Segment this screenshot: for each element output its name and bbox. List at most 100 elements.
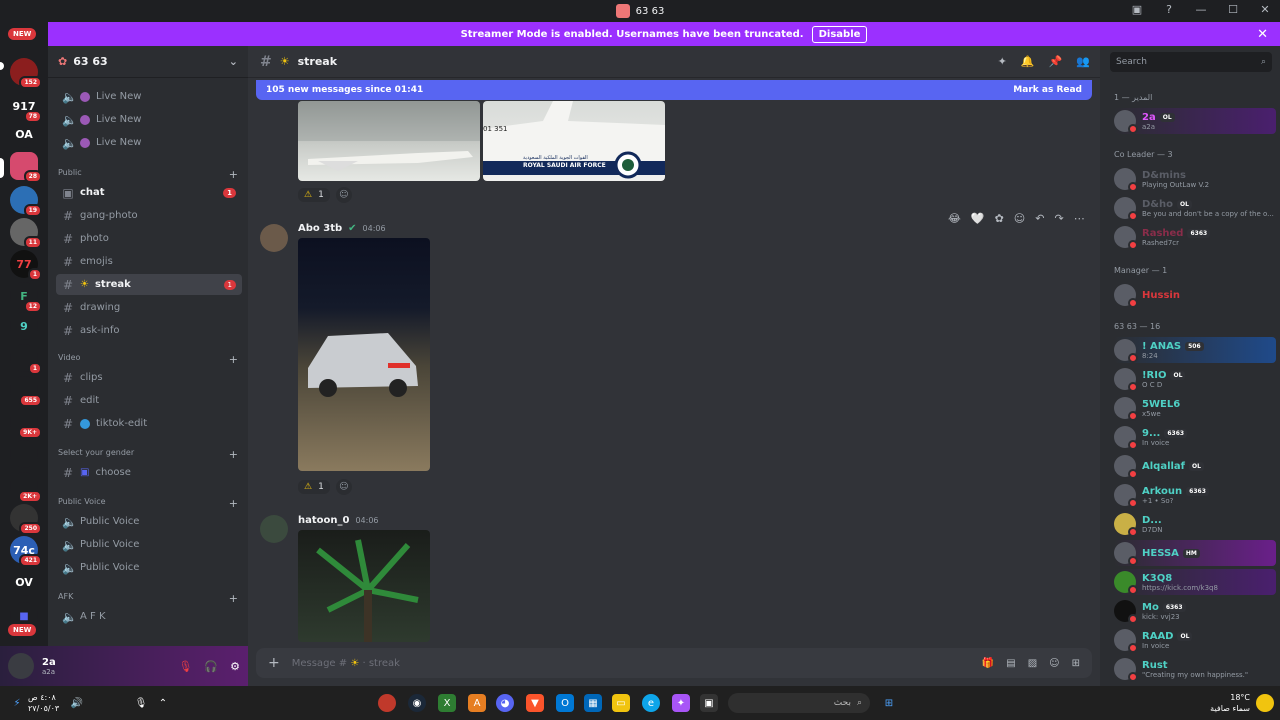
author-name[interactable]: Abo 3tb bbox=[298, 223, 342, 234]
clock[interactable]: ٤:٠٨ ص ٢٧/٠٥/٠٣ bbox=[28, 692, 59, 714]
outlook-icon[interactable]: O bbox=[556, 694, 574, 712]
server-item[interactable]: 9 bbox=[10, 312, 38, 340]
network-icon[interactable]: ⚡ bbox=[8, 694, 26, 712]
category-afk[interactable]: AFK + bbox=[58, 592, 238, 605]
avatar[interactable] bbox=[260, 515, 288, 543]
members-icon[interactable]: 👥 bbox=[1076, 55, 1090, 68]
category-gender[interactable]: Select your gender + bbox=[58, 448, 238, 461]
channel-photo[interactable]: # photo bbox=[56, 228, 242, 249]
volume-icon[interactable]: 🔊 bbox=[68, 694, 86, 712]
member-item[interactable]: D&mins Playing OutLaw V.2 bbox=[1114, 166, 1276, 192]
chevron-up-icon[interactable]: ⌃ bbox=[154, 694, 172, 712]
member-item[interactable]: D... D7DN bbox=[1114, 511, 1276, 537]
channel-choose[interactable]: # ▣ choose bbox=[56, 462, 242, 483]
bell-icon[interactable]: 🔔 bbox=[1021, 55, 1035, 68]
reaction-chip[interactable]: ⚠ 1 bbox=[298, 480, 330, 494]
add-channel-icon[interactable]: + bbox=[229, 497, 238, 510]
member-item[interactable]: Rashed 6363 Rashed7cr bbox=[1114, 224, 1276, 250]
start-icon[interactable]: ⊞ bbox=[880, 694, 898, 712]
member-item[interactable]: ! ANAS 506 8:24 bbox=[1114, 337, 1276, 363]
author-name[interactable]: hatoon_0 bbox=[298, 515, 349, 526]
member-item[interactable]: Rust "Creating my own happiness." bbox=[1114, 656, 1276, 682]
mute-mic-icon[interactable]: 🎙 bbox=[178, 660, 192, 673]
server-item[interactable]: 152 bbox=[10, 58, 42, 89]
attachment-image[interactable] bbox=[298, 101, 480, 181]
search-input[interactable]: Search ⌕ bbox=[1110, 52, 1272, 72]
channel-clips[interactable]: # clips bbox=[56, 367, 242, 388]
mark-as-read-button[interactable]: Mark as Read bbox=[1013, 85, 1082, 95]
add-reaction-icon[interactable]: ☺ bbox=[335, 479, 352, 495]
member-item[interactable]: Mo 6363 kick: vvj23 bbox=[1114, 598, 1276, 624]
voice-channel-public[interactable]: 🔈 Public Voice bbox=[56, 557, 242, 578]
folder-icon[interactable]: ▭ bbox=[612, 694, 630, 712]
add-reaction-icon[interactable]: ☺ bbox=[1014, 212, 1025, 225]
server-item[interactable]: OA bbox=[10, 120, 38, 148]
add-channel-icon[interactable]: + bbox=[229, 168, 238, 181]
taskbar-search[interactable]: بحث ⌕ bbox=[728, 693, 870, 713]
attach-icon[interactable]: + bbox=[268, 655, 280, 671]
channel-streak[interactable]: # ☀ streak 1 bbox=[56, 274, 242, 295]
server-item[interactable]: 2K+ bbox=[10, 472, 42, 503]
excel-icon[interactable]: X bbox=[438, 694, 456, 712]
attachment-image[interactable]: 01 351 القوات الجوية الملكية السعودية RO… bbox=[483, 101, 665, 181]
category-video[interactable]: Video + bbox=[58, 353, 238, 366]
discord-icon[interactable]: ◕ bbox=[496, 694, 514, 712]
avatar[interactable] bbox=[8, 653, 34, 679]
add-reaction-icon[interactable]: ☺ bbox=[335, 187, 352, 203]
pin-icon[interactable]: 📌 bbox=[1049, 55, 1063, 68]
server-item[interactable]: 19 bbox=[10, 186, 42, 217]
server-item[interactable]: 655 bbox=[10, 376, 42, 407]
app-icon[interactable] bbox=[378, 694, 396, 712]
add-channel-icon[interactable]: + bbox=[229, 592, 238, 605]
voice-channel-live[interactable]: 🔈 Live New bbox=[56, 132, 242, 153]
emoji-icon[interactable]: ☺ bbox=[1049, 658, 1059, 669]
help-icon[interactable]: ? bbox=[1162, 3, 1176, 16]
minimize-button[interactable]: — bbox=[1194, 3, 1208, 16]
custom-emoji-icon[interactable]: ✿ bbox=[995, 212, 1004, 225]
channel-chat[interactable]: ▣ chat 1 bbox=[56, 182, 242, 203]
copilot-icon[interactable]: ✦ bbox=[672, 694, 690, 712]
close-button[interactable]: ✕ bbox=[1258, 3, 1272, 16]
avatar[interactable] bbox=[260, 224, 288, 252]
guild-header[interactable]: ✿ 63 63 ⌄ bbox=[48, 46, 248, 78]
heart-emoji-icon[interactable]: 🤍 bbox=[971, 212, 985, 225]
server-item[interactable] bbox=[10, 440, 38, 468]
weather-widget[interactable]: 18°C سماء صافية bbox=[1210, 692, 1250, 714]
server-item[interactable]: 1 bbox=[10, 344, 42, 375]
member-item[interactable]: 9... 6363 In voice bbox=[1114, 424, 1276, 450]
channel-drawing[interactable]: # drawing bbox=[56, 297, 242, 318]
reply-icon[interactable]: ↶ bbox=[1035, 212, 1044, 225]
app-icon[interactable]: A bbox=[468, 694, 486, 712]
member-item[interactable]: 2a OL a2a bbox=[1114, 108, 1276, 134]
channel-edit[interactable]: # edit bbox=[56, 390, 242, 411]
disable-button[interactable]: Disable bbox=[811, 25, 868, 43]
new-messages-bar[interactable]: 105 new messages since 01:41 Mark as Rea… bbox=[256, 80, 1092, 100]
channel-tiktok-edit[interactable]: # tiktok-edit bbox=[56, 413, 242, 434]
voice-channel-afk[interactable]: 🔈 A F K bbox=[56, 606, 242, 627]
member-item[interactable]: Arkoun 6363 +1 • So? bbox=[1114, 482, 1276, 508]
member-item[interactable]: K3Q8 https://kick.com/k3q8 bbox=[1114, 569, 1276, 595]
gif-icon[interactable]: ▤ bbox=[1006, 658, 1015, 669]
microphone-icon[interactable]: 🎙 bbox=[132, 694, 150, 712]
steam-icon[interactable]: ◉ bbox=[408, 694, 426, 712]
gear-icon[interactable]: ⚙ bbox=[230, 660, 240, 673]
brave-icon[interactable]: ▼ bbox=[526, 694, 544, 712]
channel-ask-info[interactable]: # ask-info bbox=[56, 320, 242, 341]
more-icon[interactable]: ⋯ bbox=[1074, 212, 1085, 225]
server-item[interactable]: 11 bbox=[10, 218, 42, 249]
add-channel-icon[interactable]: + bbox=[229, 353, 238, 366]
member-item[interactable]: Hussin bbox=[1114, 282, 1276, 308]
server-item[interactable]: 917 78 bbox=[10, 92, 42, 123]
voice-channel-live[interactable]: 🔈 Live New bbox=[56, 109, 242, 130]
new-unreads-pill[interactable]: NEW bbox=[8, 624, 37, 636]
channel-emojis[interactable]: # emojis bbox=[56, 251, 242, 272]
category-public-voice[interactable]: Public Voice + bbox=[58, 497, 238, 510]
voice-channel-public[interactable]: 🔈 Public Voice bbox=[56, 534, 242, 555]
member-item[interactable]: !RIO OL O C D bbox=[1114, 366, 1276, 392]
category-public[interactable]: Public + bbox=[58, 168, 238, 181]
channel-gang-photo[interactable]: # gang-photo bbox=[56, 205, 242, 226]
apps-icon[interactable]: ⊞ bbox=[1072, 658, 1080, 669]
attachment-image[interactable] bbox=[298, 238, 430, 471]
new-unreads-pill[interactable]: NEW bbox=[8, 28, 37, 40]
threads-icon[interactable]: ✦ bbox=[998, 55, 1007, 68]
